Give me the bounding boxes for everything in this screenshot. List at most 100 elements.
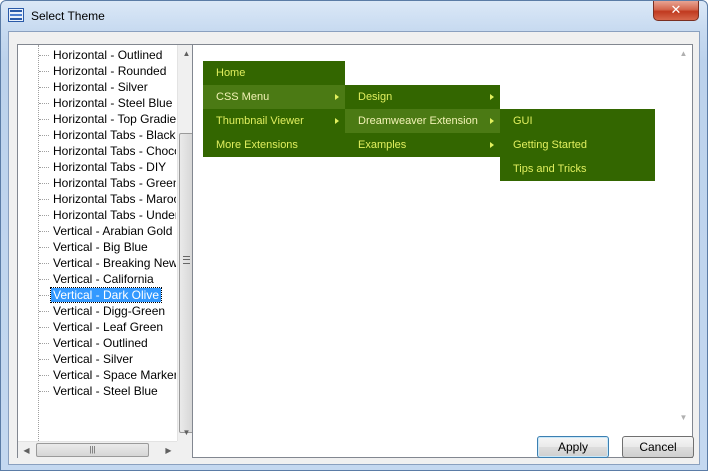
preview-menu-item[interactable]: Home: [203, 61, 345, 85]
tree-item-label: Vertical - Space Marker: [53, 368, 176, 382]
tree-connector: [39, 391, 49, 392]
tree-item-label: Vertical - Leaf Green: [53, 320, 164, 334]
scroll-down-icon[interactable]: ▼: [675, 409, 692, 426]
preview-menu-item[interactable]: Getting Started: [500, 133, 655, 157]
close-button[interactable]: ✕: [653, 1, 699, 21]
scroll-left-icon[interactable]: ◀: [18, 442, 35, 459]
tree-connector: [39, 295, 49, 296]
tree-connector: [39, 359, 49, 360]
preview-menu-item-label: GUI: [513, 115, 533, 127]
preview-menu-item-label: Thumbnail Viewer: [216, 115, 304, 127]
tree-item[interactable]: Vertical - Leaf Green: [18, 319, 176, 335]
tree-item-label: Vertical - Steel Blue: [53, 384, 158, 398]
tree-item-label: Horizontal Tabs - Green Po: [53, 176, 176, 190]
tree-item-label: Vertical - Big Blue: [53, 240, 148, 254]
preview-menu-item[interactable]: GUI: [500, 109, 655, 133]
theme-tree[interactable]: Horizontal - Outlined Horizontal - Rounde…: [17, 44, 194, 458]
tree-item-label: Horizontal Tabs - Maroon: [53, 192, 176, 206]
tree-connector: [39, 167, 49, 168]
tree-item[interactable]: Vertical - Arabian Gold: [18, 223, 176, 239]
preview-menu-item[interactable]: Thumbnail Viewer: [203, 109, 345, 133]
apply-button[interactable]: Apply: [537, 436, 609, 458]
tree-item[interactable]: Horizontal - Silver: [18, 79, 176, 95]
cancel-button[interactable]: Cancel: [622, 436, 694, 458]
window-title: Select Theme: [31, 9, 105, 23]
tree-item-label: Horizontal Tabs - Underse: [53, 208, 176, 222]
dialog-body: Horizontal - Outlined Horizontal - Rounde…: [8, 31, 700, 465]
preview-menu-item-label: Dreamweaver Extension: [358, 115, 478, 127]
tree-item[interactable]: Horizontal - Outlined: [18, 47, 176, 63]
tree-item[interactable]: Horizontal Tabs - Maroon: [18, 191, 176, 207]
theme-preview-panel: Home CSS Menu Thumbnail Viewer More Extensi…: [192, 44, 693, 458]
tree-item[interactable]: Vertical - Steel Blue: [18, 383, 176, 399]
tree-connector: [39, 55, 49, 56]
tree-item-label: Horizontal - Outlined: [53, 48, 163, 62]
tree-item[interactable]: Vertical - Space Marker: [18, 367, 176, 383]
preview-menu-level1: Home CSS Menu Thumbnail Viewer More Extensi…: [203, 61, 345, 157]
tree-item[interactable]: Horizontal Tabs - Chocolat: [18, 143, 176, 159]
preview-vertical-scrollbar[interactable]: ▲ ▼: [675, 45, 692, 457]
preview-menu-item[interactable]: Design: [345, 85, 500, 109]
preview-menu-level2: Design Dreamweaver Extension Examples: [345, 85, 500, 157]
preview-menu-level3: GUI Getting Started Tips and Tricks: [500, 109, 655, 181]
tree-item[interactable]: Horizontal Tabs - Green Po: [18, 175, 176, 191]
tree-connector: [39, 103, 49, 104]
tree-item[interactable]: Vertical - Outlined: [18, 335, 176, 351]
preview-menu-item-label: Examples: [358, 139, 407, 151]
tree-item[interactable]: Vertical - Dark Olive: [18, 287, 176, 303]
preview-menu-item[interactable]: Examples: [345, 133, 500, 157]
submenu-arrow-icon: [335, 94, 339, 100]
theme-window-icon: [8, 8, 24, 22]
close-icon: ✕: [670, 2, 682, 17]
tree-connector: [39, 231, 49, 232]
tree-item-label: Horizontal Tabs - Black Ta: [53, 128, 176, 142]
tree-item[interactable]: Horizontal - Rounded: [18, 63, 176, 79]
tree-item-label: Horizontal Tabs - Chocolat: [53, 144, 176, 158]
submenu-arrow-icon: [490, 118, 494, 124]
tree-item-label: Horizontal - Rounded: [53, 64, 167, 78]
tree-connector: [39, 183, 49, 184]
preview-menu-item[interactable]: CSS Menu: [203, 85, 345, 109]
tree-horizontal-scrollbar[interactable]: ◀ ||| ▶: [18, 441, 177, 458]
submenu-arrow-icon: [490, 94, 494, 100]
tree-item[interactable]: Horizontal Tabs - Underse: [18, 207, 176, 223]
tree-item[interactable]: Vertical - Big Blue: [18, 239, 176, 255]
tree-item[interactable]: Vertical - Digg-Green: [18, 303, 176, 319]
preview-menu-item[interactable]: More Extensions: [203, 133, 345, 157]
preview-menu-item-label: Tips and Tricks: [513, 163, 587, 175]
scroll-right-icon[interactable]: ▶: [160, 442, 177, 459]
tree-horizontal-scroll-thumb[interactable]: |||: [36, 443, 149, 457]
tree-item-label: Horizontal Tabs - DIY: [53, 160, 167, 174]
tree-item[interactable]: Vertical - Silver: [18, 351, 176, 367]
tree-item-label: Vertical - Digg-Green: [53, 304, 166, 318]
tree-connector: [39, 263, 49, 264]
tree-item-label: Vertical - Arabian Gold: [53, 224, 173, 238]
tree-item-label: Horizontal - Steel Blue: [53, 96, 173, 110]
tree-item[interactable]: Horizontal - Steel Blue: [18, 95, 176, 111]
tree-item[interactable]: Vertical - Breaking News: [18, 255, 176, 271]
tree-item[interactable]: Horizontal Tabs - DIY: [18, 159, 176, 175]
tree-connector: [39, 375, 49, 376]
tree-connector: [39, 279, 49, 280]
tree-item-label: Vertical - Outlined: [53, 336, 148, 350]
preview-menu-item-label: CSS Menu: [216, 91, 270, 103]
tree-connector: [39, 215, 49, 216]
tree-item[interactable]: Horizontal - Top Gradient: [18, 111, 176, 127]
preview-menu-item[interactable]: Dreamweaver Extension: [345, 109, 500, 133]
preview-menu-item[interactable]: Tips and Tricks: [500, 157, 655, 181]
tree-connector: [39, 247, 49, 248]
scroll-up-icon[interactable]: ▲: [675, 45, 692, 62]
tree-item[interactable]: Horizontal Tabs - Black Ta: [18, 127, 176, 143]
preview-menu-item-label: Getting Started: [513, 139, 587, 151]
tree-item-label: Horizontal - Top Gradient: [53, 112, 176, 126]
submenu-arrow-icon: [490, 142, 494, 148]
tree-item-label: Vertical - Dark Olive: [49, 287, 163, 303]
tree-item[interactable]: Vertical - California: [18, 271, 176, 287]
title-bar[interactable]: Select Theme ✕: [1, 1, 707, 31]
tree-connector: [39, 343, 49, 344]
preview-menu-item-label: Home: [216, 67, 246, 79]
tree-connector: [39, 327, 49, 328]
tree-connector: [39, 311, 49, 312]
tree-item-label: Vertical - Breaking News: [53, 256, 176, 270]
tree-connector: [39, 71, 49, 72]
